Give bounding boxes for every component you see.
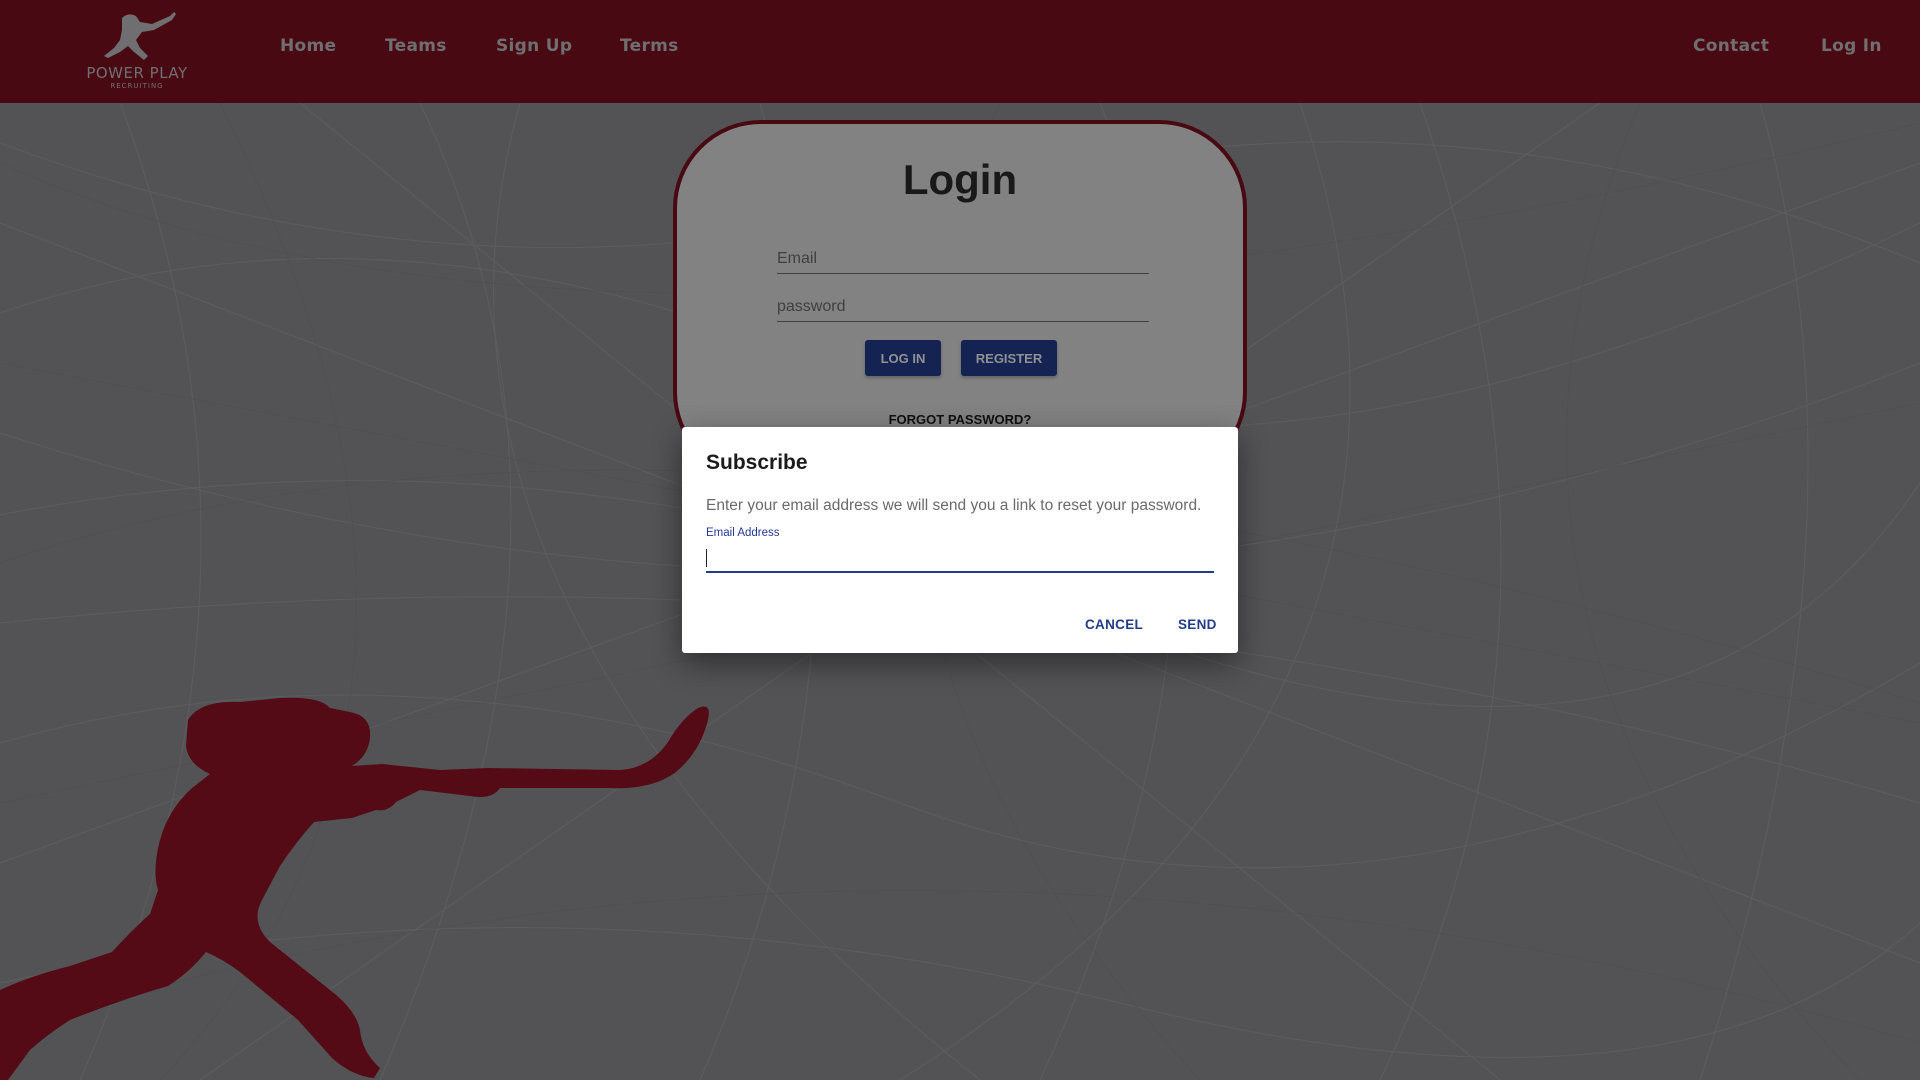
email-address-input[interactable]	[706, 543, 1214, 571]
text-caret	[706, 549, 707, 567]
dialog-title: Subscribe	[706, 451, 808, 474]
subscribe-dialog: Subscribe Enter your email address we wi…	[682, 427, 1238, 653]
email-address-field[interactable]	[706, 543, 1214, 573]
send-button[interactable]: SEND	[1178, 617, 1217, 632]
email-address-label: Email Address	[706, 527, 780, 539]
cancel-button[interactable]: CANCEL	[1085, 617, 1143, 632]
dialog-description: Enter your email address we will send yo…	[706, 497, 1202, 514]
